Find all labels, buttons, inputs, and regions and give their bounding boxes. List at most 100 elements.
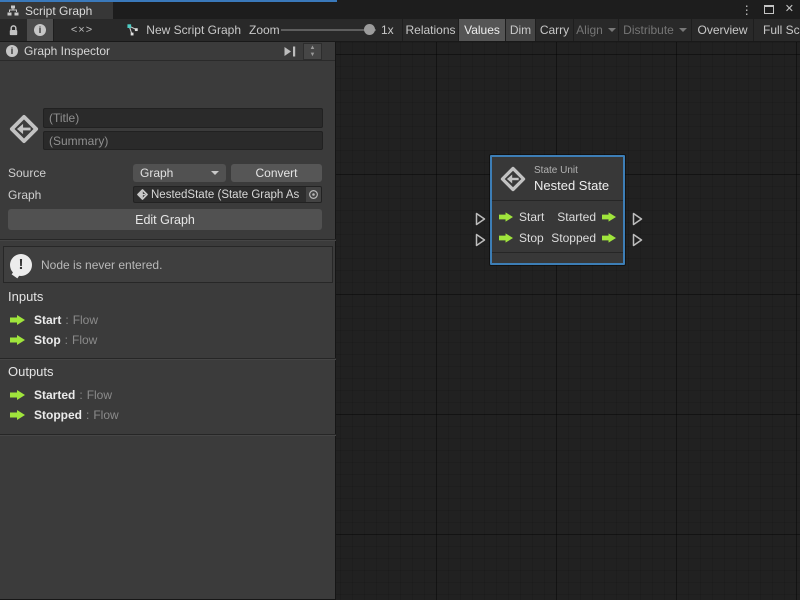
node-output-label: Started: [557, 210, 596, 224]
distribute-dropdown[interactable]: Distribute: [618, 19, 691, 41]
port-name: Stop: [34, 333, 61, 347]
node-kind-label: State Unit: [534, 165, 609, 176]
toggle-dim[interactable]: Dim: [505, 19, 535, 41]
inputs-heading: Inputs: [8, 289, 43, 304]
new-script-graph-button[interactable]: New Script Graph: [127, 19, 241, 41]
chevron-down-icon: [679, 28, 687, 32]
chevron-down-icon: [211, 171, 219, 175]
inspector-toggle-button[interactable]: i: [27, 19, 53, 41]
port-type: Flow: [73, 313, 98, 327]
input-port-row: Stop : Flow: [10, 333, 97, 347]
flow-arrow-icon: [10, 390, 25, 400]
node-port-row: Stop Stopped: [492, 227, 623, 248]
tab-label: Script Graph: [25, 4, 92, 18]
new-graph-icon: [127, 23, 139, 37]
zoom-value: 1x: [381, 19, 394, 41]
flow-arrow-icon: [10, 410, 25, 420]
flow-arrow-icon: [10, 335, 25, 345]
port-type: Flow: [87, 388, 112, 402]
port-type: Flow: [72, 333, 97, 347]
zoom-slider-track[interactable]: [281, 29, 376, 31]
window-controls: ⋮ ✕: [741, 0, 794, 19]
flow-input-port[interactable]: [499, 233, 513, 243]
outputs-heading: Outputs: [8, 364, 54, 379]
output-port-row: Started : Flow: [10, 388, 112, 402]
external-output-connector[interactable]: [632, 233, 643, 247]
node-header[interactable]: State Unit Nested State: [492, 157, 623, 201]
external-output-connector[interactable]: [632, 212, 643, 226]
port-separator: :: [65, 333, 68, 347]
object-picker-button[interactable]: [306, 187, 321, 202]
overview-label: Overview: [697, 23, 747, 37]
zoom-slider-handle[interactable]: [364, 24, 375, 35]
external-input-connector[interactable]: [475, 212, 486, 226]
distribute-label: Distribute: [623, 23, 674, 37]
values-label: Values: [464, 23, 500, 37]
window-menu-icon[interactable]: ⋮: [741, 4, 753, 16]
title-field[interactable]: [43, 108, 323, 128]
stepper-down-icon[interactable]: ▼: [310, 52, 316, 59]
align-dropdown[interactable]: Align: [573, 19, 618, 41]
stepper-up-icon[interactable]: ▲: [310, 45, 316, 52]
warning-text: Node is never entered.: [41, 258, 162, 272]
panel-stepper[interactable]: ▲ ▼: [303, 43, 322, 60]
output-port-row: Stopped : Flow: [10, 408, 119, 422]
external-input-connector[interactable]: [475, 233, 486, 247]
graph-inspector-panel: i Graph Inspector ▲ ▼ Source Graph Conve…: [0, 42, 336, 600]
input-port-row: Start : Flow: [10, 313, 98, 327]
align-label: Align: [576, 23, 603, 37]
node-output-group: Started: [557, 210, 616, 224]
graph-canvas[interactable]: State Unit Nested State Start Started St…: [336, 42, 800, 600]
edit-graph-button[interactable]: Edit Graph: [8, 209, 322, 230]
full-screen-button[interactable]: Full Screen: [753, 19, 800, 41]
zoom-label: Zoom: [249, 19, 280, 41]
summary-field[interactable]: [43, 131, 323, 150]
graph-object-field[interactable]: NestedState (State Graph As: [133, 186, 322, 203]
source-dropdown-value: Graph: [140, 166, 173, 180]
warning-icon: !: [10, 254, 32, 276]
lock-button[interactable]: [0, 19, 27, 41]
node-header-text: State Unit Nested State: [534, 165, 609, 193]
tab-script-graph[interactable]: Script Graph: [0, 2, 113, 19]
node-title: Nested State: [534, 178, 609, 193]
graph-inspector-title: Graph Inspector: [24, 44, 110, 58]
toggle-relations[interactable]: Relations: [402, 19, 458, 41]
new-script-graph-label: New Script Graph: [146, 23, 241, 37]
toggle-values[interactable]: Values: [458, 19, 505, 41]
chevron-down-icon: [608, 28, 616, 32]
port-separator: :: [65, 313, 68, 327]
flow-input-port[interactable]: [499, 212, 513, 222]
node-ports: Start Started Stop Stopped: [492, 201, 623, 252]
port-name: Stopped: [34, 408, 82, 422]
sidebar-collapse-icon[interactable]: [283, 45, 297, 58]
divider: [0, 434, 336, 435]
script-graph-icon: [7, 5, 19, 17]
node-input-label: Stop: [519, 231, 544, 245]
source-label: Source: [8, 166, 46, 180]
warning-box: ! Node is never entered.: [3, 246, 333, 283]
maximize-icon[interactable]: [764, 5, 774, 14]
graph-object-value: NestedState (State Graph As: [151, 189, 299, 201]
tab-strip: Script Graph ⋮ ✕: [0, 0, 800, 19]
code-icon: <×>: [71, 24, 93, 36]
lock-icon: [7, 24, 20, 37]
state-unit-icon: [9, 111, 39, 147]
flow-output-port[interactable]: [602, 233, 616, 243]
port-separator: :: [79, 388, 82, 402]
node-nested-state[interactable]: State Unit Nested State Start Started St…: [490, 155, 625, 265]
port-name: Started: [34, 388, 75, 402]
node-output-group: Stopped: [551, 231, 616, 245]
toggle-carry[interactable]: Carry: [535, 19, 573, 41]
convert-button[interactable]: Convert: [231, 164, 322, 182]
port-name: Start: [34, 313, 61, 327]
flow-output-port[interactable]: [602, 212, 616, 222]
code-view-button[interactable]: <×>: [53, 19, 110, 41]
source-dropdown[interactable]: Graph: [133, 164, 226, 182]
node-footer: [492, 252, 623, 262]
overview-button[interactable]: Overview: [691, 19, 753, 41]
state-unit-icon: [500, 166, 526, 192]
close-icon[interactable]: ✕: [785, 4, 794, 15]
carry-label: Carry: [540, 23, 569, 37]
full-screen-label: Full Screen: [763, 23, 800, 37]
graph-field-label: Graph: [8, 188, 41, 202]
